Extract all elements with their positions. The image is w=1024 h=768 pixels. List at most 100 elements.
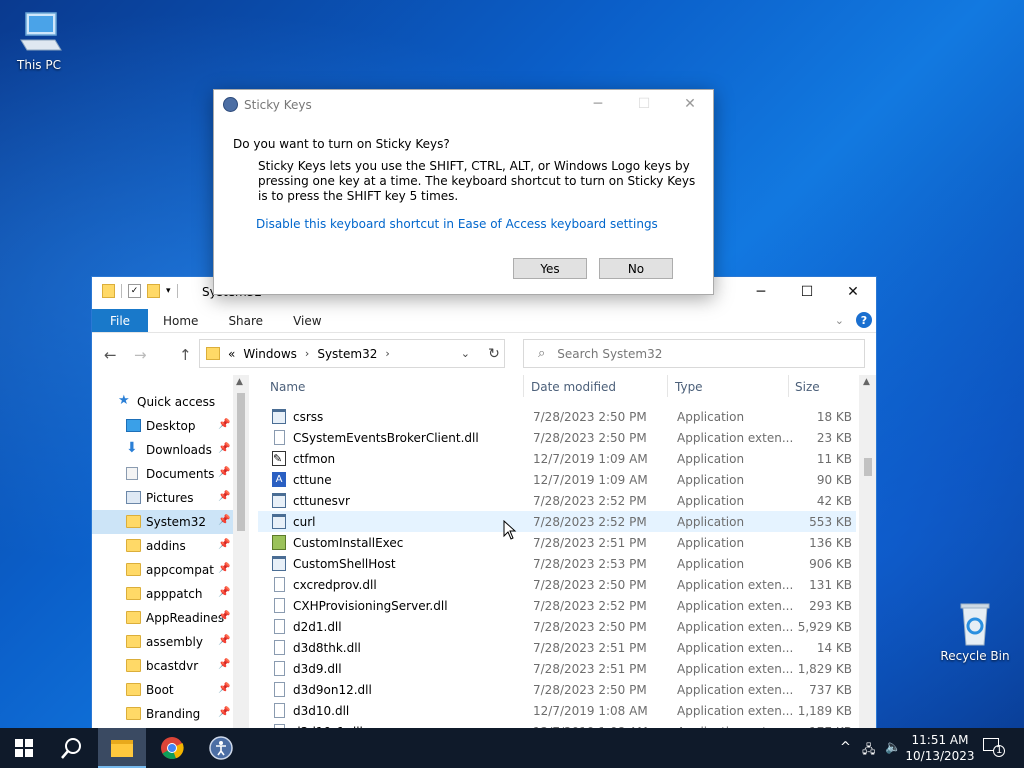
sidebar-item-addins[interactable]: addins 📌 xyxy=(92,534,233,558)
sidebar-item-system32[interactable]: System32 📌 xyxy=(92,510,233,534)
back-arrow-icon[interactable]: ← xyxy=(104,346,117,364)
file-row[interactable]: CXHProvisioningServer.dll 7/28/2023 2:52 … xyxy=(258,595,856,616)
action-center-button[interactable]: 1 xyxy=(983,738,1006,758)
file-row[interactable]: curl 7/28/2023 2:52 PM Application 553 KB xyxy=(258,511,856,532)
sidebar-item-desktop[interactable]: Desktop 📌 xyxy=(92,414,233,438)
system-clock[interactable]: 11:51 AM 10/13/2023 xyxy=(905,732,975,764)
expand-ribbon-chevron-icon[interactable]: ⌄ xyxy=(835,314,844,327)
file-row[interactable]: Acttune 12/7/2019 1:09 AM Application 90 KB xyxy=(258,469,856,490)
file-type: Application xyxy=(677,515,745,529)
disable-shortcut-link[interactable]: Disable this keyboard shortcut in Ease o… xyxy=(256,217,658,231)
pin-icon[interactable]: 📌 xyxy=(218,515,230,526)
address-history-chevron-icon[interactable]: ⌄ xyxy=(461,347,470,360)
yes-button[interactable]: Yes xyxy=(513,258,587,279)
scroll-up-arrow-icon[interactable]: ▲ xyxy=(236,377,243,387)
file-row[interactable]: d3d9.dll 7/28/2023 2:51 PM Application ext… xyxy=(258,658,856,679)
pin-icon[interactable]: 📌 xyxy=(218,539,230,550)
sidebar-item-bcastdvr[interactable]: bcastdvr 📌 xyxy=(92,654,233,678)
file-row[interactable]: d2d1.dll 7/28/2023 2:50 PM Application ext… xyxy=(258,616,856,637)
sidebar-item-appcompat[interactable]: appcompat 📌 xyxy=(92,558,233,582)
column-size[interactable]: Size xyxy=(795,380,820,394)
sidebar-item-pictures[interactable]: Pictures 📌 xyxy=(92,486,233,510)
scrollbar-thumb[interactable] xyxy=(237,393,245,531)
file-row[interactable]: d3d10.dll 12/7/2019 1:08 AM Application ex… xyxy=(258,700,856,721)
column-date[interactable]: Date modified xyxy=(531,380,616,394)
file-explorer-taskbar-button[interactable] xyxy=(98,728,146,768)
address-overflow[interactable]: « xyxy=(228,347,235,361)
sidebar-item-quick-access[interactable]: ★ Quick access xyxy=(92,390,233,414)
search-button[interactable] xyxy=(48,728,96,768)
tab-view[interactable]: View xyxy=(278,309,336,332)
sidebar-item-appreadines[interactable]: AppReadines 📌 xyxy=(92,606,233,630)
address-bar[interactable]: « Windows › System32 › ⌄ xyxy=(199,339,505,368)
dll-file-icon xyxy=(274,430,285,445)
close-button[interactable]: ✕ xyxy=(667,90,713,118)
pin-icon[interactable]: 📌 xyxy=(218,707,230,718)
sidebar-item-apppatch[interactable]: apppatch 📌 xyxy=(92,582,233,606)
pin-icon[interactable]: 📌 xyxy=(218,635,230,646)
pin-icon[interactable]: 📌 xyxy=(218,467,230,478)
recycle-bin-desktop-icon[interactable]: Recycle Bin xyxy=(939,601,1011,663)
dll-file-icon xyxy=(274,577,285,592)
pin-icon[interactable]: 📌 xyxy=(218,563,230,574)
sidebar-item-label: Desktop xyxy=(146,419,196,433)
file-row[interactable]: d3d8thk.dll 7/28/2023 2:51 PM Application … xyxy=(258,637,856,658)
file-row[interactable]: CSystemEventsBrokerClient.dll 7/28/2023 2… xyxy=(258,427,856,448)
ease-of-access-taskbar-button[interactable] xyxy=(197,728,245,768)
tab-share[interactable]: Share xyxy=(213,309,278,332)
file-row[interactable]: CustomShellHost 7/28/2023 2:53 PM Applicat… xyxy=(258,553,856,574)
column-name[interactable]: Name xyxy=(270,380,305,394)
sidebar-item-documents[interactable]: Documents 📌 xyxy=(92,462,233,486)
pin-icon[interactable]: 📌 xyxy=(218,587,230,598)
file-row[interactable]: cxcredprov.dll 7/28/2023 2:50 PM Applicati… xyxy=(258,574,856,595)
this-pc-desktop-icon[interactable]: This PC xyxy=(3,10,75,72)
column-divider[interactable] xyxy=(788,375,789,397)
volume-muted-icon[interactable]: 🔈 xyxy=(885,740,901,755)
pin-icon[interactable]: 📌 xyxy=(218,491,230,502)
file-row[interactable]: ✎ ctfmon 12/7/2019 1:09 AM Application 11 KB xyxy=(258,448,856,469)
pin-icon[interactable]: 📌 xyxy=(218,419,230,430)
no-button[interactable]: No xyxy=(599,258,673,279)
help-icon[interactable]: ? xyxy=(856,312,872,328)
pin-icon[interactable]: 📌 xyxy=(218,683,230,694)
column-divider[interactable] xyxy=(523,375,524,397)
search-input[interactable]: ⌕ Search System32 xyxy=(523,339,865,368)
refresh-icon[interactable]: ↻ xyxy=(483,339,505,368)
sidebar-item-branding[interactable]: Branding 📌 xyxy=(92,702,233,726)
chrome-taskbar-button[interactable] xyxy=(148,728,196,768)
file-row[interactable]: csrss 7/28/2023 2:50 PM Application 18 KB xyxy=(258,406,856,427)
minimize-button[interactable]: ─ xyxy=(575,90,621,118)
breadcrumb-system32[interactable]: System32 xyxy=(317,347,377,361)
minimize-button[interactable]: ─ xyxy=(738,277,784,307)
breadcrumb-windows[interactable]: Windows xyxy=(243,347,297,361)
sidebar-item-boot[interactable]: Boot 📌 xyxy=(92,678,233,702)
tab-home[interactable]: Home xyxy=(148,309,213,332)
maximize-button[interactable]: ☐ xyxy=(784,277,830,307)
column-type[interactable]: Type xyxy=(675,380,703,394)
scrollbar-thumb[interactable] xyxy=(864,458,872,476)
breadcrumb-chevron-icon[interactable]: › xyxy=(385,347,389,360)
file-row[interactable]: d3d9on12.dll 7/28/2023 2:50 PM Application… xyxy=(258,679,856,700)
column-divider[interactable] xyxy=(667,375,668,397)
show-hidden-icons-chevron-icon[interactable]: ^ xyxy=(840,740,851,755)
file-row[interactable]: CustomInstallExec 7/28/2023 2:51 PM Applic… xyxy=(258,532,856,553)
sidebar-item-label: Boot xyxy=(146,683,174,697)
forward-arrow-icon[interactable]: → xyxy=(134,346,147,364)
close-button[interactable]: ✕ xyxy=(830,277,876,307)
pin-icon[interactable]: 📌 xyxy=(218,443,230,454)
tab-file[interactable]: File xyxy=(92,309,148,332)
file-row[interactable]: cttunesvr 7/28/2023 2:52 PM Application 42 … xyxy=(258,490,856,511)
up-arrow-icon[interactable]: ↑ xyxy=(179,346,192,364)
pin-icon[interactable]: 📌 xyxy=(218,611,230,622)
file-list-scrollbar[interactable]: ▲ xyxy=(859,375,876,735)
new-folder-icon[interactable] xyxy=(147,284,160,298)
sidebar-item-downloads[interactable]: ⬇ Downloads 📌 xyxy=(92,438,233,462)
pin-icon[interactable]: 📌 xyxy=(218,659,230,670)
network-icon[interactable]: 🖧 xyxy=(862,740,875,761)
breadcrumb-chevron-icon[interactable]: › xyxy=(305,347,309,360)
properties-checkbox-icon[interactable]: ✓ xyxy=(128,284,141,298)
sidebar-item-assembly[interactable]: assembly 📌 xyxy=(92,630,233,654)
customize-toolbar-chevron-icon[interactable]: ▾ xyxy=(166,286,171,296)
start-button[interactable] xyxy=(0,728,48,768)
scroll-up-arrow-icon[interactable]: ▲ xyxy=(863,377,870,387)
